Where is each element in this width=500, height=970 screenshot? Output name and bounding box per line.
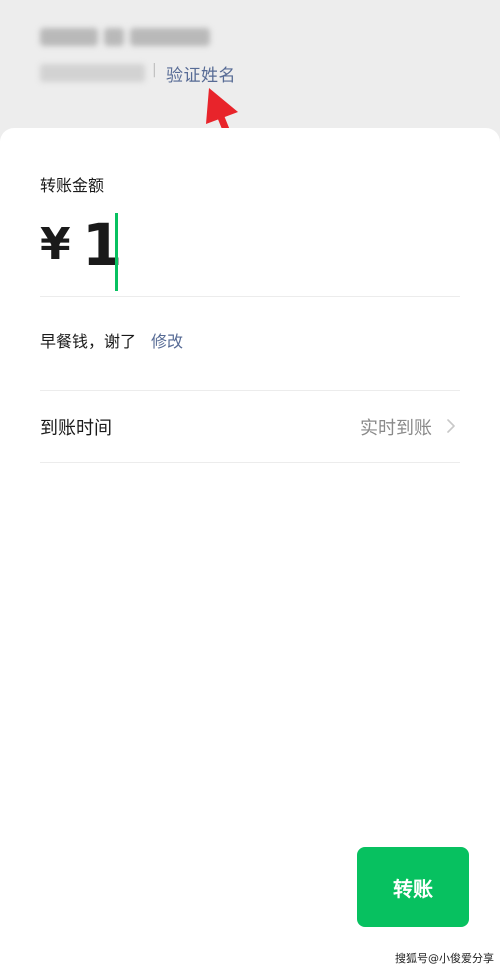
- recipient-name-redacted: [40, 28, 210, 50]
- currency-symbol: ¥: [40, 219, 71, 270]
- recipient-id-redacted: [40, 64, 145, 82]
- amount-input[interactable]: ¥ 1: [40, 206, 460, 297]
- chevron-right-icon: [447, 419, 455, 433]
- transfer-card: 转账金额 ¥ 1 早餐钱，谢了 修改 到账时间 实时到账: [0, 128, 500, 970]
- arrival-time-value: 实时到账: [360, 418, 432, 439]
- remark-text: 早餐钱，谢了: [40, 332, 137, 351]
- amount-label: 转账金额: [40, 176, 105, 195]
- separator: |: [152, 62, 157, 78]
- transfer-button[interactable]: 转账: [357, 847, 469, 927]
- remark-row: 早餐钱，谢了 修改: [40, 296, 460, 391]
- watermark: 搜狐号@小俊爱分享: [395, 952, 494, 965]
- arrival-time-row[interactable]: 到账时间 实时到账: [40, 390, 460, 463]
- remark-edit-link[interactable]: 修改: [151, 328, 183, 352]
- arrival-time-label: 到账时间: [40, 418, 112, 439]
- text-cursor: [115, 213, 118, 291]
